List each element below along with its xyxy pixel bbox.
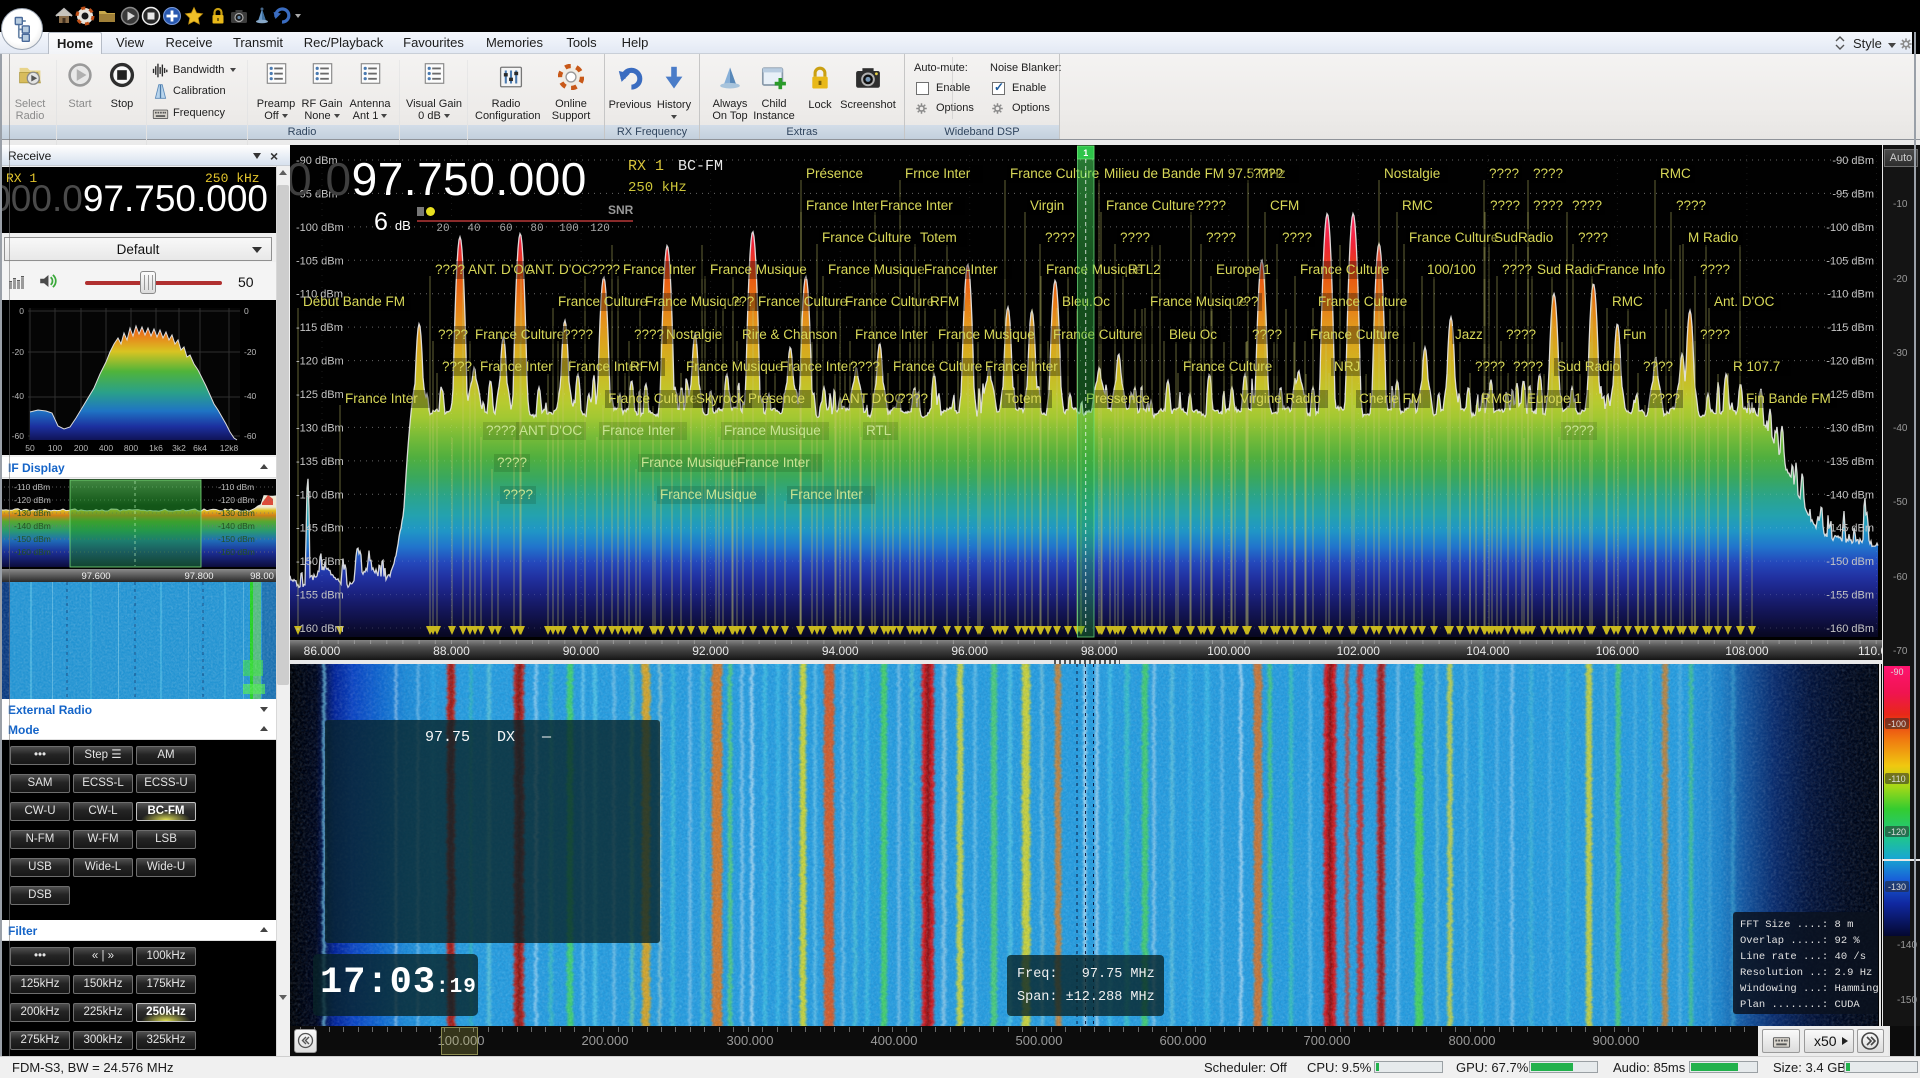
svg-text:-120 dBm: -120 dBm: [14, 495, 51, 505]
svg-text:0: 0: [244, 306, 249, 316]
svg-text:-130 dBm: -130 dBm: [14, 508, 51, 518]
svg-text:-160 dBm: -160 dBm: [14, 547, 51, 557]
svg-text:-20: -20: [244, 347, 257, 357]
svg-text:-20: -20: [12, 347, 25, 357]
svg-text:1k6: 1k6: [149, 443, 163, 453]
svg-text:-130 dBm: -130 dBm: [218, 508, 255, 518]
svg-text:-130: -130: [1888, 882, 1906, 892]
svg-text:3k2: 3k2: [172, 443, 186, 453]
svg-text:-120: -120: [1888, 827, 1906, 837]
svg-text:-110: -110: [1888, 774, 1905, 784]
svg-text:-60: -60: [244, 431, 257, 441]
svg-text:-100: -100: [1888, 719, 1906, 729]
svg-text:-140 dBm: -140 dBm: [14, 521, 51, 531]
svg-text:-110 dBm: -110 dBm: [218, 482, 254, 492]
svg-text:12k8: 12k8: [220, 443, 239, 453]
svg-text:6k4: 6k4: [193, 443, 207, 453]
svg-text:-120 dBm: -120 dBm: [218, 495, 255, 505]
svg-text:97.600: 97.600: [81, 571, 110, 582]
svg-text:0: 0: [19, 306, 24, 316]
svg-text:100: 100: [48, 443, 62, 453]
svg-text:-110 dBm: -110 dBm: [14, 482, 50, 492]
svg-text:-140 dBm: -140 dBm: [218, 521, 255, 531]
svg-text:-90: -90: [1890, 667, 1903, 677]
svg-text:400: 400: [99, 443, 113, 453]
svg-text:800: 800: [124, 443, 138, 453]
svg-text:-60: -60: [12, 431, 25, 441]
svg-text:-160 dBm: -160 dBm: [218, 547, 255, 557]
svg-text:200: 200: [74, 443, 88, 453]
svg-text:-40: -40: [244, 391, 257, 401]
svg-text:50: 50: [25, 443, 35, 453]
svg-text:-40: -40: [12, 391, 25, 401]
svg-text:98.00: 98.00: [250, 571, 274, 582]
svg-text:-150 dBm: -150 dBm: [14, 534, 51, 544]
svg-text:97.800: 97.800: [184, 571, 213, 582]
svg-text:-150 dBm: -150 dBm: [218, 534, 255, 544]
